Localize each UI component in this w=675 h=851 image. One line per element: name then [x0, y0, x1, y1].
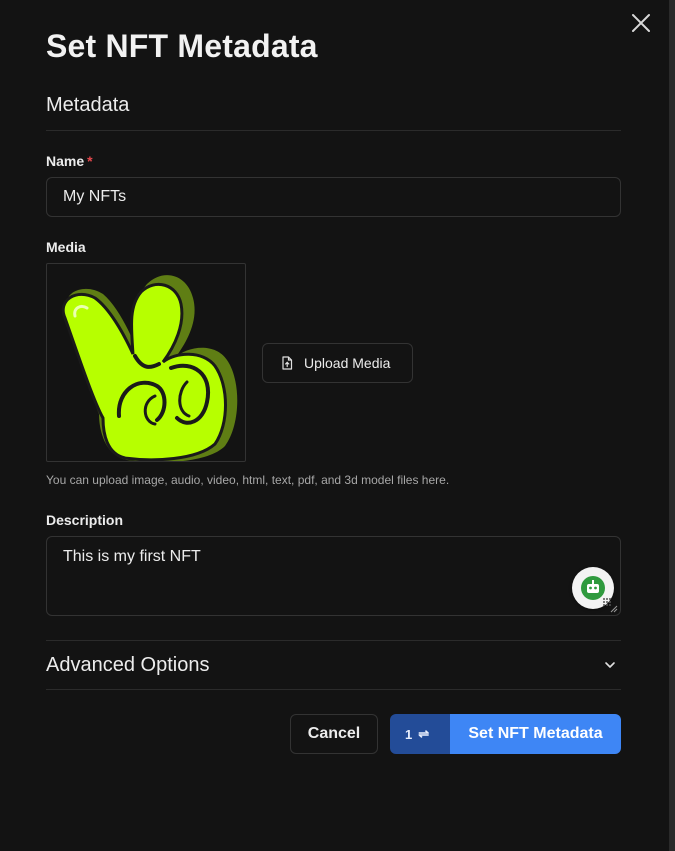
cancel-button[interactable]: Cancel [290, 714, 378, 754]
close-icon [632, 14, 650, 32]
grip-dots-icon [603, 598, 611, 606]
name-label: Name * [46, 153, 93, 169]
required-mark: * [87, 153, 93, 169]
advanced-bottom-divider [46, 689, 621, 690]
set-nft-metadata-button[interactable]: Set NFT Metadata [450, 714, 621, 754]
dialog-title: Set NFT Metadata [46, 28, 318, 64]
scrollbar[interactable] [669, 0, 675, 851]
close-button[interactable] [628, 10, 654, 36]
chevron-down-icon [605, 662, 615, 668]
transaction-count-button[interactable]: 1 ⇌ [390, 714, 450, 754]
transaction-count: 1 [405, 726, 413, 742]
section-divider [46, 130, 621, 131]
peace-hand-image [61, 275, 238, 461]
file-upload-icon [280, 356, 294, 370]
upload-media-label: Upload Media [304, 355, 391, 371]
description-label: Description [46, 512, 124, 528]
description-value: This is my first NFT [63, 548, 201, 565]
set-nft-metadata-dialog: Set NFT Metadata Metadata Name * My NFTs … [0, 0, 669, 851]
name-label-text: Name [46, 153, 85, 169]
name-input-value: My NFTs [63, 188, 127, 205]
swap-icon: ⇌ [418, 726, 430, 741]
description-textarea[interactable]: This is my first NFT [46, 536, 621, 616]
media-preview[interactable] [46, 263, 246, 462]
advanced-options-toggle[interactable]: Advanced Options [46, 641, 621, 689]
media-hint: You can upload image, audio, video, html… [46, 473, 450, 487]
section-heading: Metadata [46, 94, 130, 116]
assistant-button[interactable] [572, 567, 614, 609]
media-label: Media [46, 239, 86, 255]
advanced-options-label: Advanced Options [46, 653, 210, 676]
upload-media-button[interactable]: Upload Media [262, 343, 413, 383]
name-input[interactable]: My NFTs [46, 177, 621, 217]
